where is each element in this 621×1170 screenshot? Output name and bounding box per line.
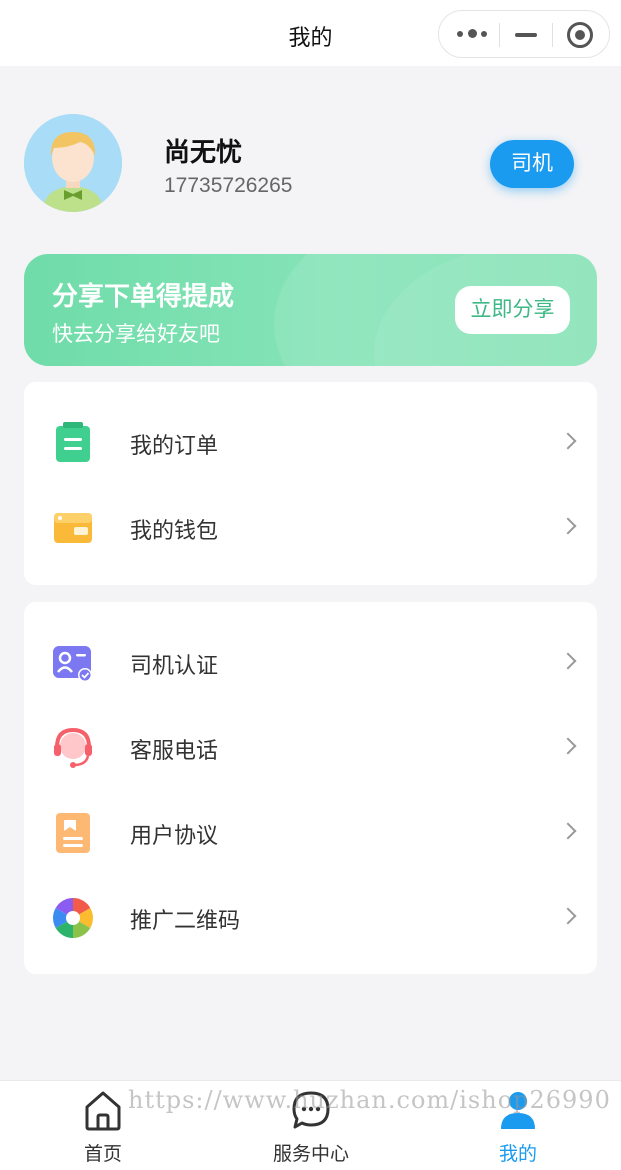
tab-label: 首页 [83, 1144, 122, 1165]
chevron-right-icon [559, 517, 577, 535]
share-banner[interactable]: 分享下单得提成 快去分享给好友吧 立即分享 [24, 254, 597, 366]
navigation-bar: 我的 [0, 0, 621, 66]
chevron-right-icon [559, 432, 577, 450]
menu-item-driver-verification[interactable]: 司机认证 [24, 622, 597, 702]
headset-icon [54, 727, 92, 768]
menu-item-label: 推广二维码 [130, 908, 241, 933]
avatar-illustration [24, 114, 122, 212]
capsule-divider [552, 23, 553, 47]
menu-item-label: 司机认证 [130, 653, 219, 678]
home-icon [85, 1091, 121, 1131]
menu-item-label: 我的订单 [130, 433, 219, 458]
chevron-right-icon [559, 907, 577, 925]
menu-item-promo-qr-code[interactable]: 推广二维码 [24, 877, 597, 957]
wallet-icon [54, 513, 92, 543]
user-phone: 17735726265 [164, 174, 293, 197]
menu-item-user-agreement[interactable]: 用户协议 [24, 792, 597, 872]
chevron-right-icon [559, 822, 577, 840]
menu-card-services: 司机认证 客服电话 用户协议 推广二维码 [24, 602, 597, 974]
avatar[interactable] [24, 114, 122, 212]
menu-item-my-orders[interactable]: 我的订单 [24, 402, 597, 482]
user-name: 尚无忧 [164, 137, 243, 167]
banner-subtitle: 快去分享给好友吧 [52, 323, 220, 346]
menu-card-orders: 我的订单 我的钱包 [24, 382, 597, 585]
tab-label: 服务中心 [272, 1144, 349, 1165]
menu-item-customer-service[interactable]: 客服电话 [24, 707, 597, 787]
menu-item-my-wallet[interactable]: 我的钱包 [24, 487, 597, 567]
close-icon[interactable] [567, 22, 593, 48]
menu-item-label: 用户协议 [130, 823, 219, 848]
menu-item-label: 客服电话 [130, 738, 219, 763]
mini-program-capsule [438, 10, 610, 58]
menu-item-label: 我的钱包 [130, 518, 219, 543]
banner-title: 分享下单得提成 [52, 281, 235, 311]
chevron-right-icon [559, 652, 577, 670]
more-icon[interactable] [457, 28, 491, 40]
chevron-right-icon [559, 737, 577, 755]
tab-label: 我的 [498, 1144, 537, 1165]
capsule-divider [499, 23, 500, 47]
aperture-icon [53, 898, 93, 938]
watermark-text: https://www.huzhan.com/ishop26990 [128, 1086, 611, 1114]
role-badge-button[interactable]: 司机 [490, 140, 574, 188]
id-card-icon [53, 646, 92, 682]
share-now-button[interactable]: 立即分享 [455, 286, 570, 334]
document-icon [56, 813, 90, 853]
clipboard-icon [56, 422, 90, 462]
minimize-icon[interactable] [515, 33, 537, 37]
